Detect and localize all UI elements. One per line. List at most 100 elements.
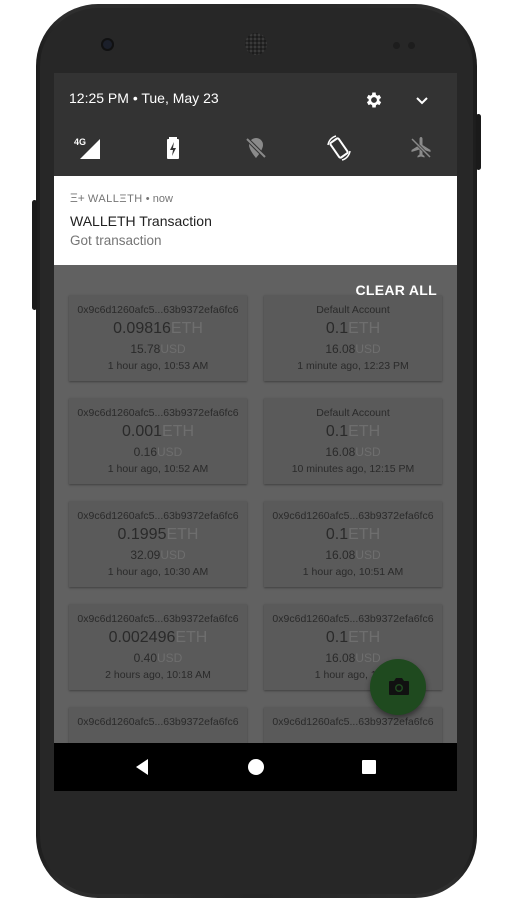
volume-button	[32, 200, 37, 310]
transaction-time: 10 minutes ago, 12:15 PM	[291, 463, 415, 475]
transaction-fiat: 32.09USD	[69, 548, 247, 562]
back-button[interactable]	[112, 743, 172, 791]
transaction-card[interactable]: Default Account 0.1ETH 16.08USD 10 minutes …	[264, 398, 442, 484]
fiat-value: 0.40	[133, 651, 157, 665]
transaction-time: 1 hour ago, 10:52 AM	[107, 463, 209, 475]
fiat-value: 16.08	[325, 445, 356, 459]
quick-settings-row: 4G	[54, 133, 457, 163]
fiat-unit: USD	[355, 548, 381, 562]
notification-body: Got transaction	[70, 233, 162, 248]
transaction-address: 0x9c6d1260afc5...63b9372efa6fc6	[272, 716, 434, 728]
notification-app-name: WALLΞTH	[87, 193, 143, 205]
transaction-time: 1 hour ago, 10:30 AM	[107, 566, 209, 578]
amount-unit: ETH	[170, 320, 203, 337]
transaction-card[interactable]: 0x9c6d1260afc5...63b9372efa6fc6 0.1995ETH…	[69, 501, 247, 587]
home-button[interactable]	[226, 743, 286, 791]
fiat-value: 16.08	[325, 651, 356, 665]
fiat-unit: USD	[160, 548, 186, 562]
transaction-card[interactable]: 0x9c6d1260afc5...63b9372efa6fc6 0.002496E…	[69, 604, 247, 690]
transaction-fiat: 16.08USD	[264, 445, 442, 459]
auto-rotate-icon[interactable]	[324, 133, 354, 163]
quick-settings-shade: 12:25 PM • Tue, May 23 4G	[54, 73, 457, 176]
recents-button[interactable]	[339, 743, 399, 791]
clear-all-button[interactable]: CLEAR ALL	[355, 282, 437, 298]
amount-unit: ETH	[348, 629, 381, 646]
transaction-card[interactable]: 0x9c6d1260afc5...63b9372efa6fc6 0.09816ET…	[69, 295, 247, 381]
fiat-value: 32.09	[130, 548, 161, 562]
transaction-address: 0x9c6d1260afc5...63b9372efa6fc6	[77, 304, 239, 316]
transaction-fiat: 16.08USD	[264, 548, 442, 562]
home-icon	[248, 759, 264, 775]
fiat-unit: USD	[355, 342, 381, 356]
settings-gear-icon[interactable]	[364, 90, 384, 115]
transaction-time: 1 hour ago, 10:51 AM	[302, 566, 404, 578]
scan-qr-fab[interactable]	[370, 659, 426, 715]
fiat-unit: USD	[157, 445, 183, 459]
fiat-value: 16.08	[325, 342, 356, 356]
amount-unit: ETH	[166, 526, 199, 543]
transaction-fiat: 16.08USD	[264, 342, 442, 356]
fiat-unit: USD	[157, 651, 183, 665]
transaction-fiat: 0.16USD	[69, 445, 247, 459]
fiat-unit: USD	[160, 342, 186, 356]
airplane-mode-icon[interactable]	[406, 133, 436, 163]
amount-value: 0.1995	[117, 526, 167, 543]
fiat-unit: USD	[355, 445, 381, 459]
transaction-fiat: 0.40USD	[69, 651, 247, 665]
notification-title: WALLETH Transaction	[70, 213, 212, 229]
transaction-address: 0x9c6d1260afc5...63b9372efa6fc6	[77, 407, 239, 419]
amount-value: 0.1	[325, 629, 349, 646]
amount-unit: ETH	[348, 423, 381, 440]
transaction-card[interactable]: 0x9c6d1260afc5...63b9372efa6fc6 0.001ETH 0…	[69, 398, 247, 484]
transaction-address: 0x9c6d1260afc5...63b9372efa6fc6	[77, 716, 239, 728]
transaction-amount: 0.1ETH	[264, 526, 442, 544]
light-sensor	[408, 42, 415, 49]
fiat-value: 16.08	[325, 548, 356, 562]
amount-value: 0.002496	[108, 629, 176, 646]
transaction-amount: 0.1ETH	[264, 423, 442, 441]
transaction-card[interactable]: 0x9c6d1260afc5...63b9372efa6fc6 0.1ETH 16.…	[264, 501, 442, 587]
amount-value: 0.1	[325, 320, 349, 337]
walleth-app-icon: Ξ+	[70, 191, 85, 205]
amount-value: 0.09816	[113, 320, 171, 337]
transaction-address: 0x9c6d1260afc5...63b9372efa6fc6	[272, 510, 434, 522]
notification-card[interactable]: Ξ+ WALLΞTH • now WALLETH Transaction Got…	[54, 176, 457, 265]
fiat-value: 0.16	[133, 445, 157, 459]
amount-unit: ETH	[348, 320, 381, 337]
battery-charging-icon[interactable]	[158, 133, 188, 163]
notification-time: • now	[145, 193, 173, 205]
navigation-bar	[54, 743, 457, 791]
network-4g-icon[interactable]: 4G	[72, 133, 102, 163]
svg-text:4G: 4G	[74, 137, 86, 147]
amount-unit: ETH	[348, 526, 381, 543]
transaction-amount: 0.1ETH	[264, 629, 442, 647]
amount-value: 0.1	[325, 423, 349, 440]
transaction-amount: 0.001ETH	[69, 423, 247, 441]
transaction-amount: 0.1ETH	[264, 320, 442, 338]
date-time: 12:25 PM • Tue, May 23	[69, 90, 219, 106]
transaction-time: 2 hours ago, 10:18 AM	[105, 669, 211, 681]
transaction-card[interactable]: Default Account 0.1ETH 16.08USD 1 minute ag…	[264, 295, 442, 381]
transaction-address: 0x9c6d1260afc5...63b9372efa6fc6	[272, 613, 434, 625]
notification-header: Ξ+ WALLΞTH • now	[70, 191, 173, 205]
transaction-fiat: 15.78USD	[69, 342, 247, 356]
amount-value: 0.001	[121, 423, 163, 440]
amount-value: 0.1	[325, 526, 349, 543]
screen: 0x9c6d1260afc5...63b9372efa6fc6 0.09816ET…	[54, 73, 457, 791]
chevron-down-icon[interactable]	[414, 93, 430, 114]
proximity-sensor	[393, 42, 400, 49]
amount-unit: ETH	[175, 629, 208, 646]
transaction-address: 0x9c6d1260afc5...63b9372efa6fc6	[77, 613, 239, 625]
transaction-amount: 0.002496ETH	[69, 629, 247, 647]
front-camera	[101, 38, 114, 51]
transaction-time: 1 minute ago, 12:23 PM	[297, 360, 409, 372]
fiat-value: 15.78	[130, 342, 161, 356]
power-button	[476, 114, 481, 170]
amount-unit: ETH	[162, 423, 195, 440]
location-off-icon[interactable]	[241, 133, 271, 163]
transaction-amount: 0.1995ETH	[69, 526, 247, 544]
recents-icon	[362, 760, 376, 774]
back-icon	[136, 759, 148, 775]
transaction-address: 0x9c6d1260afc5...63b9372efa6fc6	[77, 510, 239, 522]
camera-icon	[389, 678, 409, 695]
